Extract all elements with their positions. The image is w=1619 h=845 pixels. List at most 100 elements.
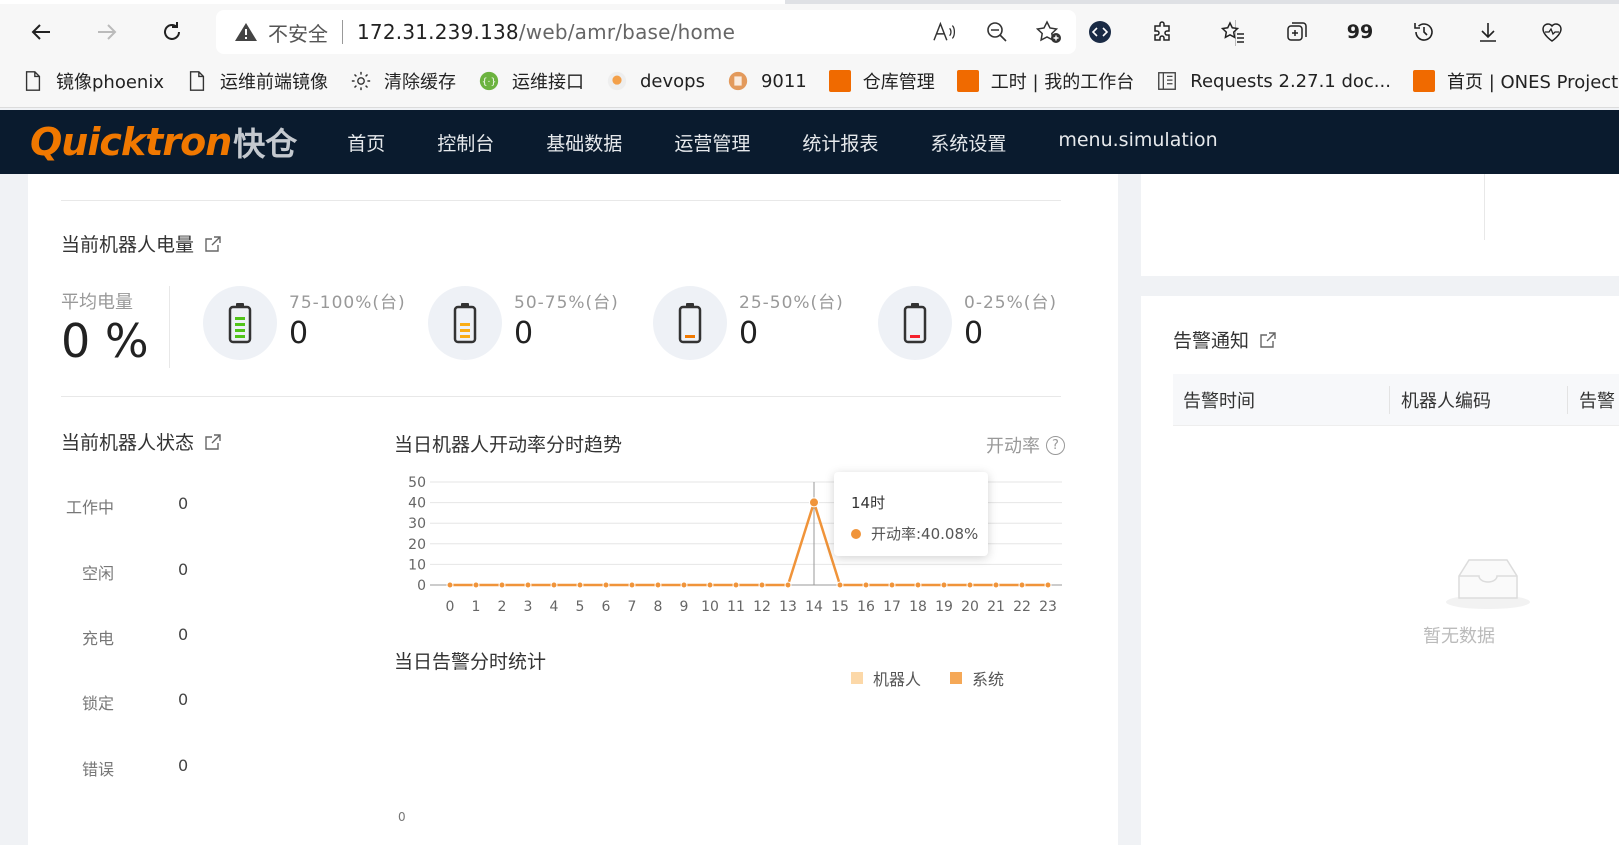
data-point [809,497,819,508]
question-icon[interactable]: ? [1046,435,1065,455]
battery-icon-wrap [878,286,952,360]
svg-text:{·}: {·} [482,77,497,88]
menu-item-settings[interactable]: 系统设置 [930,129,1006,156]
battery-count: 0 [739,316,759,351]
bookmark-phoenix[interactable]: 镜像phoenix [22,68,164,94]
menu-item-base-data[interactable]: 基础数据 [546,129,622,156]
status-value: 0 [178,625,189,644]
status-label: 锁定 [81,694,114,713]
trend-chart-title: 当日机器人开动率分时趋势 [394,434,623,456]
bookmark-ops-frontend[interactable]: 运维前端镜像 [186,68,328,94]
legend-item-robot[interactable]: 机器人 [851,666,921,690]
battery-bar [235,323,245,326]
x-tick-label: 6 [602,599,611,615]
status-row-charging: 充电 0 [66,625,188,649]
app-header: Quicktron 快仓 首页 控制台 基础数据 运营管理 统计报表 系统设置 … [0,110,1619,174]
y-tick-label: 40 [408,496,426,512]
data-point [706,581,714,589]
quote-extension-button[interactable]: 99 [1342,14,1378,50]
battery-empty-icon [903,303,927,344]
menu-item-console[interactable]: 控制台 [437,129,494,156]
bookmark-label: 镜像phoenix [56,72,164,93]
battery-low-icon [678,303,702,344]
column-header-alarm-time[interactable]: 告警时间 [1183,387,1255,413]
battery-icon-wrap [653,286,727,360]
security-label[interactable]: 不安全 [268,18,328,47]
column-header-alarm[interactable]: 告警 [1579,387,1615,413]
y-tick-label: 0 [417,578,426,594]
external-link-icon[interactable] [204,235,222,253]
battery-icon-wrap [203,286,277,360]
status-value: 0 [178,690,189,709]
column-header-robot-code[interactable]: 机器人编码 [1401,387,1491,413]
battery-icon-wrap [428,286,502,360]
bookmark-warehouse[interactable]: 仓库管理 [828,68,935,94]
history-button[interactable] [1406,14,1442,50]
add-favorite-button[interactable] [1034,18,1064,46]
data-point [498,581,506,589]
bookmark-clear-cache[interactable]: 清除缓存 [350,68,456,94]
battery-bar [460,323,470,326]
url-text[interactable]: 172.31.239.138/web/amr/base/home [357,20,735,44]
x-tick-label: 1 [472,599,481,615]
data-point [784,581,792,589]
bookmark-requests-docs[interactable]: Requests 2.27.1 doc... [1156,70,1391,92]
menu-item-operations[interactable]: 运营管理 [674,129,750,156]
forward-button[interactable] [88,14,124,50]
y-tick-label: 30 [408,516,426,532]
trend-line-chart[interactable]: 010203040500 1 2 3 4 5 6 7 8 9 10 11 12 13 14 15 16 17 18 1… [368,466,1108,626]
menu-item-simulation[interactable]: menu.simulation [1058,129,1217,156]
page-icon [186,70,208,92]
battery-bar [235,335,245,338]
x-tick-label: 9 [680,599,689,615]
x-tick-label: 0 [446,599,455,615]
collections-icon [1287,22,1307,41]
data-point [862,581,870,589]
data-point [550,581,558,589]
logo[interactable]: Quicktron 快仓 [30,110,297,174]
menu-item-reports[interactable]: 统计报表 [802,129,878,156]
battery-group-75-100: 75-100%(台) 0 [203,286,433,366]
bookmark-label: Requests 2.27.1 doc... [1190,70,1391,92]
bookmark-9011[interactable]: 9011 [727,70,807,92]
legend-label: 系统 [972,670,1005,689]
x-tick-label: 21 [987,599,1005,615]
back-button[interactable] [24,14,60,50]
battery-section-title: 当前机器人电量 [61,230,222,257]
bookmark-ops-api[interactable]: {·} 运维接口 [478,68,584,94]
x-tick-label: 7 [628,599,637,615]
status-label: 错误 [81,760,114,779]
extensions-button[interactable] [1145,14,1181,50]
bookmark-ones[interactable]: 首页 | ONES Project [1412,68,1618,94]
rate-help: 开动率 ? [986,432,1065,458]
bookmark-devops[interactable]: devops [606,70,705,92]
zoom-out-button[interactable] [982,18,1012,46]
quicktron-icon [828,70,851,92]
legend-item-system[interactable]: 系统 [950,666,1004,690]
reload-button[interactable] [154,14,190,50]
collections-button[interactable] [1279,14,1315,50]
downloads-button[interactable] [1470,14,1506,50]
download-icon [1480,23,1496,42]
address-bar[interactable]: 不安全 172.31.239.138/web/amr/base/home [216,10,1076,54]
data-point [654,581,662,589]
devtools-extension-button[interactable] [1082,14,1118,50]
external-link-icon[interactable] [204,433,222,451]
bookmark-worktime[interactable]: 工时 | 我的工作台 [956,68,1134,94]
data-point [836,581,844,589]
external-link-icon[interactable] [1259,331,1277,349]
tab-strip [0,0,1619,4]
quicktron-icon [1412,70,1435,92]
x-tick-label: 19 [935,599,953,615]
data-point [758,581,766,589]
puzzle-icon [1154,21,1170,41]
favorites-list-icon [1221,21,1244,43]
favorites-button[interactable] [1215,14,1251,50]
performance-button[interactable] [1534,14,1570,50]
menu-item-home[interactable]: 首页 [347,129,385,156]
data-point [524,581,532,589]
address-separator [342,20,343,44]
status-row-idle: 空闲 0 [66,560,188,584]
x-tick-label: 23 [1039,599,1057,615]
read-aloud-button[interactable] [930,18,960,46]
